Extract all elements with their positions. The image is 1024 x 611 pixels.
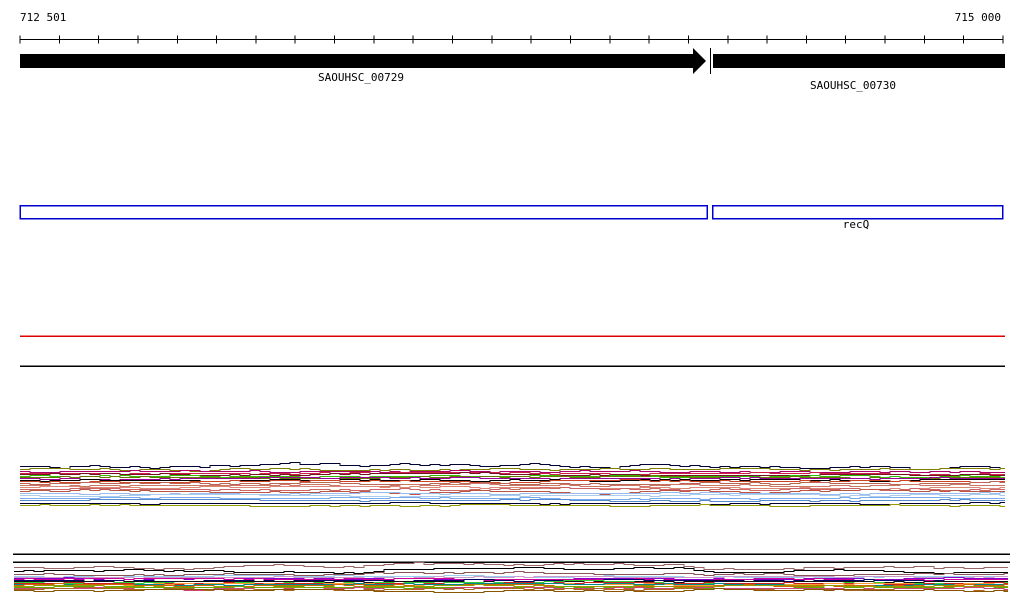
- gene-feature-saouhsc-00729-arrowhead-icon[interactable]: [693, 48, 706, 74]
- ruler-start-label: 712 501: [20, 11, 66, 24]
- coverage-line-t3: [14, 571, 1008, 576]
- genome-browser-window: 712 501 715 000 SAOUHSC_00729 SAOUHSC_00…: [0, 0, 1024, 611]
- gene-label-saouhsc-00730: SAOUHSC_00730: [810, 79, 896, 92]
- gene-label-recq: recQ: [843, 218, 870, 231]
- base-ruler[interactable]: [19, 35, 1004, 44]
- gene-box-unnamed[interactable]: [19, 204, 708, 220]
- gene-label-saouhsc-00729: SAOUHSC_00729: [318, 71, 404, 84]
- coverage-line-s20: [20, 502, 1005, 505]
- gene-feature-saouhsc-00730-body[interactable]: [713, 54, 1005, 68]
- coverage-line-s19: [20, 499, 1005, 502]
- coverage-plot-upper[interactable]: [20, 462, 1005, 507]
- gene-box-recq[interactable]: [711, 204, 1004, 220]
- ruler-end-label: 715 000: [955, 11, 1001, 24]
- coverage-line-s21: [20, 504, 1005, 507]
- gene-feature-saouhsc-00729-body[interactable]: [20, 54, 693, 68]
- genome-view-canvas: 712 501 715 000 SAOUHSC_00729 SAOUHSC_00…: [13, 11, 1010, 593]
- coverage-plot-lower[interactable]: [14, 562, 1008, 593]
